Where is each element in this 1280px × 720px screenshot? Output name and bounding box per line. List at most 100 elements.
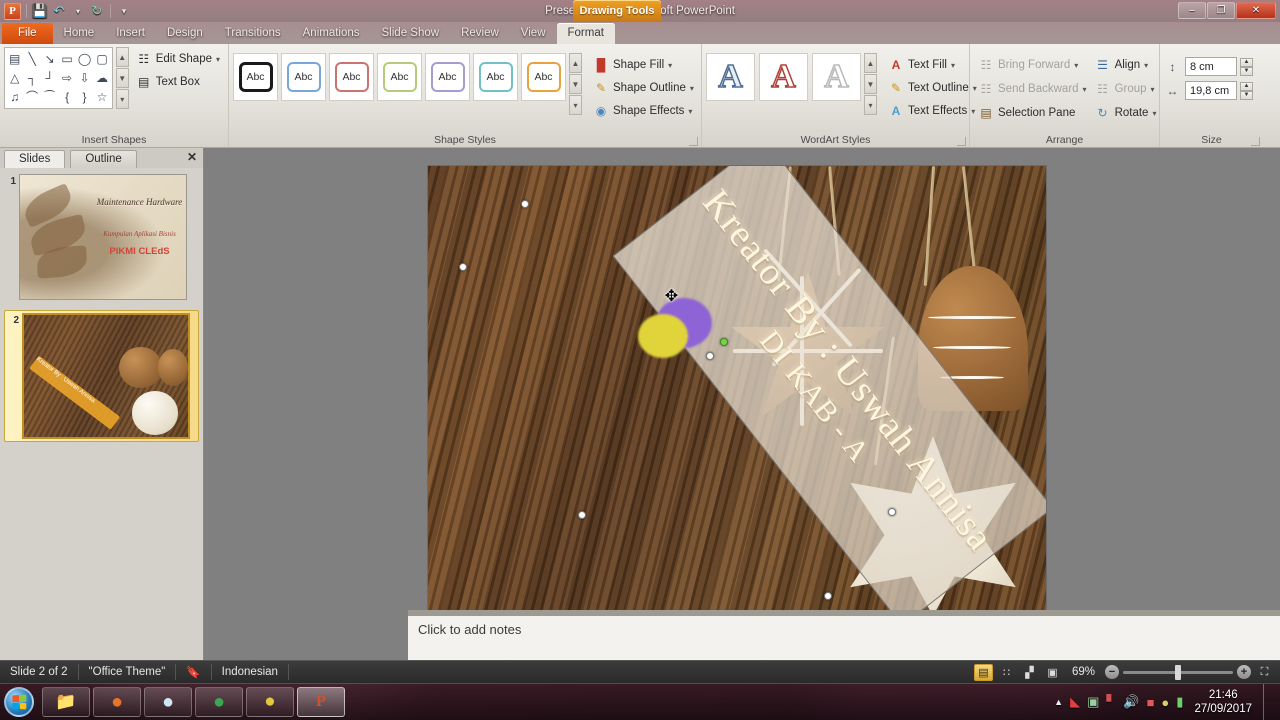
chevron-down-icon[interactable]: ▾: [688, 107, 692, 116]
shape-rounded-rect-icon[interactable]: ▢: [96, 53, 107, 65]
taskbar-clock[interactable]: 21:46 27/09/2017: [1190, 688, 1256, 716]
shapes-gallery-scroll[interactable]: ▲ ▼ ▾: [115, 47, 129, 109]
normal-view-button[interactable]: ▤: [973, 663, 993, 681]
chevron-down-icon[interactable]: ▾: [951, 61, 955, 70]
zoom-out-button[interactable]: −: [1105, 665, 1119, 679]
wordart-style-1[interactable]: A: [706, 53, 755, 101]
shape-line-icon[interactable]: ╲: [29, 53, 36, 65]
shape-triangle-icon[interactable]: △: [10, 72, 19, 84]
shape-down-arrow-icon[interactable]: ⇩: [80, 72, 90, 84]
slide-counter[interactable]: Slide 2 of 2: [0, 664, 79, 680]
text-box-button[interactable]: ▤ Text Box: [132, 72, 224, 92]
shape-style-1[interactable]: Abc: [233, 53, 278, 101]
height-stepper-down-icon[interactable]: ▼: [1240, 66, 1253, 76]
show-desktop-button[interactable]: [1263, 683, 1272, 720]
customize-qat-icon[interactable]: ▾: [116, 3, 132, 19]
tab-home[interactable]: Home: [53, 23, 106, 44]
redo-icon[interactable]: ↻: [89, 3, 105, 19]
undo-icon[interactable]: ↶: [51, 3, 67, 19]
shape-right-brace-icon[interactable]: }: [83, 91, 87, 103]
tab-slides[interactable]: Slides: [4, 150, 66, 168]
zoom-slider[interactable]: [1123, 664, 1233, 680]
shape-rectangle-icon[interactable]: ▭: [61, 53, 72, 65]
size-dialog-launcher[interactable]: [1251, 137, 1260, 146]
minimize-button[interactable]: –: [1178, 2, 1206, 19]
updater-icon[interactable]: ●: [1161, 695, 1169, 710]
shape-elbow-connector-icon[interactable]: ┐: [28, 72, 37, 84]
shape-styles-scroll[interactable]: ▲ ▼ ▾: [569, 53, 582, 115]
shape-styles-scroll-up-icon[interactable]: ▲: [569, 53, 582, 73]
rotation-handle[interactable]: [720, 338, 728, 346]
shape-styles-more-icon[interactable]: ▾: [569, 95, 582, 115]
text-outline-button[interactable]: ✎ Text Outline ▾: [884, 78, 981, 98]
tab-insert[interactable]: Insert: [105, 23, 156, 44]
usb-safely-remove-icon[interactable]: ■: [1147, 695, 1155, 710]
text-fill-button[interactable]: A Text Fill ▾: [884, 55, 981, 75]
fit-slide-icon[interactable]: ⛶: [1255, 664, 1274, 681]
shape-style-5[interactable]: Abc: [425, 53, 470, 101]
chevron-down-icon[interactable]: ▾: [1152, 109, 1156, 118]
shapes-scroll-up-icon[interactable]: ▲: [115, 47, 129, 67]
shape-style-2[interactable]: Abc: [281, 53, 326, 101]
signal-icon[interactable]: ▘: [1106, 694, 1116, 710]
chevron-down-icon[interactable]: ▾: [668, 61, 672, 70]
shape-freeform-icon[interactable]: ♫: [10, 91, 19, 103]
shape-styles-dialog-launcher[interactable]: [689, 137, 698, 146]
undo-dropdown-icon[interactable]: ▾: [70, 3, 86, 19]
shape-width-stepper[interactable]: ▲ ▼: [1240, 81, 1253, 100]
shape-height-stepper[interactable]: ▲ ▼: [1240, 57, 1253, 76]
tab-transitions[interactable]: Transitions: [214, 23, 292, 44]
width-stepper-down-icon[interactable]: ▼: [1240, 90, 1253, 100]
powerpoint-logo-icon[interactable]: P: [4, 2, 21, 20]
show-hidden-icons[interactable]: ▲: [1054, 697, 1063, 707]
send-backward-button[interactable]: ☷ Send Backward ▾: [974, 79, 1091, 99]
shape-styles-gallery[interactable]: Abc Abc Abc Abc Abc Abc Abc: [233, 53, 566, 101]
slide-thumbnail-2[interactable]: 2 Kreator By : Uswah Annisa: [4, 310, 199, 442]
restore-button[interactable]: ❐: [1207, 2, 1235, 19]
shape-width-input[interactable]: 19,8 cm: [1185, 81, 1237, 100]
shape-arc-icon[interactable]: ⁀: [45, 91, 55, 103]
width-stepper-up-icon[interactable]: ▲: [1240, 81, 1253, 91]
shape-textbox-icon[interactable]: ▤: [9, 53, 20, 65]
shape-fill-button[interactable]: █ Shape Fill ▾: [589, 55, 698, 75]
wordart-style-3[interactable]: A: [812, 53, 861, 101]
shape-curve-icon[interactable]: ⌒: [26, 91, 38, 103]
align-button[interactable]: ☰ Align ▾: [1091, 55, 1161, 75]
shape-elbow-arrow-icon[interactable]: ┘: [45, 72, 54, 84]
shape-height-input[interactable]: 8 cm: [1185, 57, 1237, 76]
shape-styles-scroll-down-icon[interactable]: ▼: [569, 74, 582, 94]
taskbar-media-player[interactable]: ●: [246, 687, 294, 717]
tab-design[interactable]: Design: [156, 23, 214, 44]
shapes-gallery[interactable]: ▤ ╲ ↘ ▭ ◯ ▢ △ ┐ ┘ ⇨ ⇩ ☁ ♫ ⌒ ⁀ { } ☆: [4, 47, 113, 109]
zoom-slider-thumb[interactable]: [1175, 664, 1181, 680]
shape-effects-button[interactable]: ◉ Shape Effects ▾: [589, 101, 698, 121]
selection-handle-bottom-left[interactable]: [578, 511, 586, 519]
shape-style-6[interactable]: Abc: [473, 53, 518, 101]
chevron-down-icon[interactable]: ▾: [690, 84, 694, 93]
selection-handle-top[interactable]: [521, 200, 529, 208]
tab-outline[interactable]: Outline: [70, 150, 137, 168]
shape-style-4[interactable]: Abc: [377, 53, 422, 101]
tab-slide-show[interactable]: Slide Show: [371, 23, 451, 44]
group-button[interactable]: ☷ Group ▾: [1091, 79, 1161, 99]
height-stepper-up-icon[interactable]: ▲: [1240, 57, 1253, 67]
chevron-down-icon[interactable]: ▾: [1074, 61, 1078, 70]
slide-thumb-image-1[interactable]: Maintenance Hardware Kumpulan Aplikasi B…: [19, 174, 187, 300]
taskbar-chrome[interactable]: ●: [195, 687, 243, 717]
slide-canvas[interactable]: Kreator By : Uswah Annisa DI KAB - A ✥: [427, 165, 1047, 630]
wordart-style-2[interactable]: A: [759, 53, 808, 101]
shape-right-arrow-icon[interactable]: ⇨: [62, 72, 72, 84]
chevron-down-icon[interactable]: ▾: [1144, 61, 1148, 70]
theme-name[interactable]: "Office Theme": [79, 664, 177, 680]
wordart-scroll-up-icon[interactable]: ▲: [864, 53, 877, 73]
shape-left-brace-icon[interactable]: {: [65, 91, 69, 103]
taskbar-internet-explorer[interactable]: ●: [144, 687, 192, 717]
tab-animations[interactable]: Animations: [292, 23, 371, 44]
shapes-scroll-down-icon[interactable]: ▼: [115, 68, 129, 88]
battery-icon[interactable]: ▮: [1176, 694, 1183, 710]
wordart-gallery-scroll[interactable]: ▲ ▼ ▾: [864, 53, 877, 115]
selection-handle-top-left[interactable]: [459, 263, 467, 271]
slide-show-button[interactable]: ▣: [1043, 664, 1062, 681]
start-orb-icon[interactable]: [4, 687, 34, 717]
wordart-scroll-down-icon[interactable]: ▼: [864, 74, 877, 94]
